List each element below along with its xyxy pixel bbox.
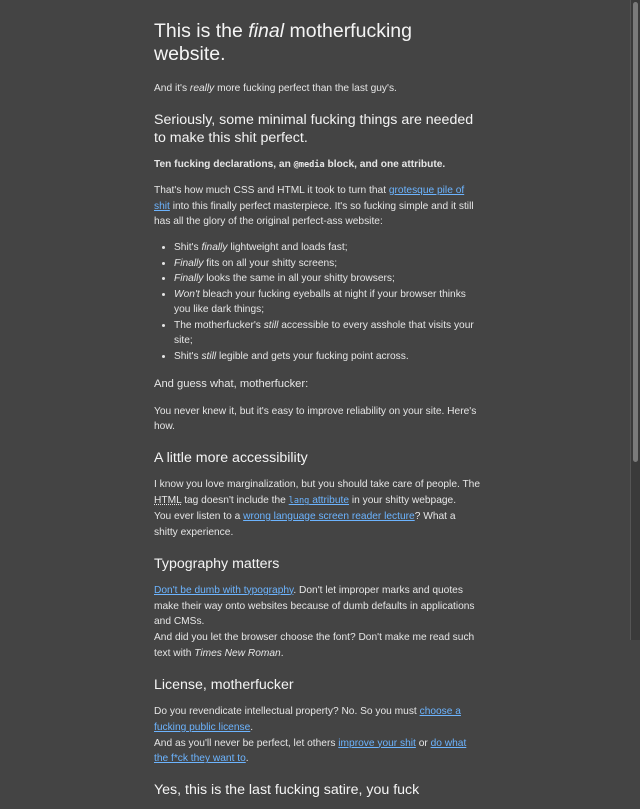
feature-list: Shit's finally lightweight and loads fas… [154, 240, 482, 364]
screen-reader-lecture-link[interactable]: wrong language screen reader lecture [243, 511, 415, 522]
list-item: Finally fits on all your shitty screens; [174, 256, 482, 272]
page-content: This is the final motherfucking website.… [154, 0, 482, 809]
list-item: Won't bleach your fucking eyeballs at ni… [174, 287, 482, 318]
typography-paragraph: Don't be dumb with typography. Don't let… [154, 584, 475, 628]
lang-attribute-link[interactable]: lang attribute [289, 495, 349, 506]
screen-reader-paragraph: You ever listen to a wrong language scre… [154, 510, 456, 538]
guess-paragraph: And guess what, motherfucker: [154, 378, 309, 391]
html-abbr: HTML [154, 495, 182, 507]
section-heading-typography: Typography matters [154, 555, 280, 572]
reliability-paragraph: You never knew it, but it's easy to impr… [154, 405, 477, 433]
scrollbar-thumb[interactable] [633, 2, 638, 462]
masterpiece-paragraph: That's how much CSS and HTML it took to … [154, 184, 474, 228]
page-title: This is the final motherfucking website. [154, 20, 412, 66]
declarations-statement: Ten fucking declarations, an @media bloc… [154, 158, 446, 170]
typography-link[interactable]: Don't be dumb with typography [154, 585, 293, 596]
list-item: The motherfucker's still accessible to e… [174, 318, 482, 349]
improve-link[interactable]: improve your shit [338, 738, 416, 749]
improve-paragraph: And as you'll never be perfect, let othe… [154, 737, 467, 765]
media-code: @media [293, 159, 325, 170]
section-heading-accessibility: A little more accessibility [154, 450, 308, 467]
list-item: Finally looks the same in all your shitt… [174, 271, 482, 287]
accessibility-paragraph: I know you love marginalization, but you… [154, 479, 481, 507]
list-item: Shit's finally lightweight and loads fas… [174, 240, 482, 256]
font-paragraph: And did you let the browser choose the f… [154, 632, 475, 660]
license-paragraph: Do you revendicate intellectual property… [154, 706, 461, 733]
section-heading-minimal: Seriously, some minimal fucking things a… [154, 111, 474, 146]
intro-paragraph: And it's really more fucking perfect tha… [154, 82, 397, 94]
list-item: Shit's still legible and gets your fucki… [174, 349, 482, 365]
section-heading-license: License, motherfucker [154, 676, 294, 693]
vertical-scrollbar[interactable] [630, 0, 640, 640]
title-emphasis: final [248, 20, 285, 42]
section-heading-satire: Yes, this is the last fucking satire, yo… [154, 782, 420, 799]
